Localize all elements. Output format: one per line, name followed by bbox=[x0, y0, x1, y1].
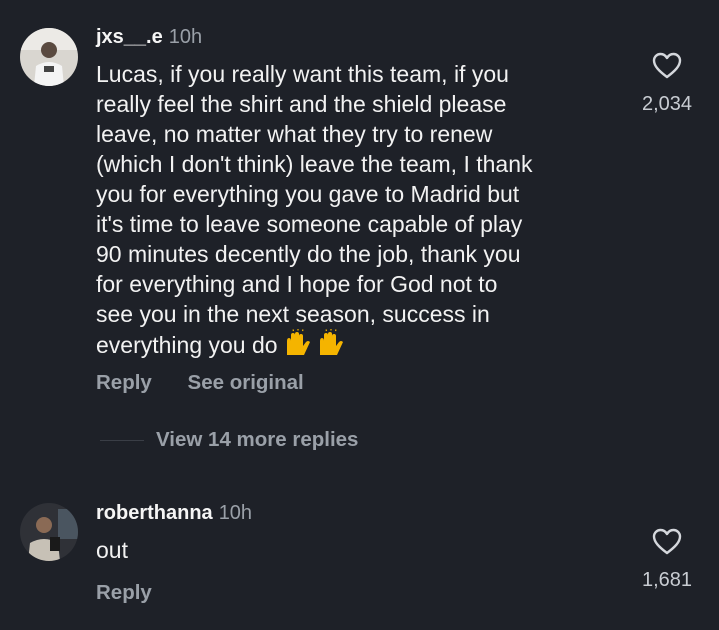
comment-actions: Reply See original bbox=[96, 371, 304, 395]
avatar[interactable] bbox=[20, 28, 78, 86]
comment-header: roberthanna 10h bbox=[96, 501, 252, 525]
like-column: 2,034 bbox=[622, 52, 712, 116]
comment-text: out bbox=[96, 537, 128, 563]
comment-body: Lucas, if you really want this team, if … bbox=[96, 61, 533, 358]
view-replies-label: View 14 more replies bbox=[156, 428, 359, 451]
comment-header: jxs__.e 10h bbox=[96, 25, 202, 49]
heart-icon[interactable] bbox=[652, 528, 682, 556]
replies-divider-line bbox=[100, 440, 144, 442]
view-replies-button[interactable]: View 14 more replies bbox=[100, 427, 358, 453]
username[interactable]: jxs__.e bbox=[96, 26, 163, 48]
timestamp: 10h bbox=[168, 26, 203, 48]
timestamp: 10h bbox=[218, 502, 253, 524]
reply-button[interactable]: Reply bbox=[96, 371, 152, 395]
comment-actions: Reply bbox=[96, 581, 152, 605]
reply-button[interactable]: Reply bbox=[96, 581, 152, 605]
username[interactable]: roberthanna bbox=[96, 502, 213, 524]
raised-hands-emoji bbox=[284, 329, 352, 364]
see-original-button[interactable]: See original bbox=[188, 371, 304, 395]
avatar[interactable] bbox=[20, 503, 78, 561]
like-count: 1,681 bbox=[641, 569, 693, 591]
comment-text: Lucas, if you really want this team, if … bbox=[96, 59, 626, 364]
like-count: 2,034 bbox=[641, 93, 693, 115]
heart-icon[interactable] bbox=[652, 52, 682, 80]
like-column: 1,681 bbox=[622, 528, 712, 592]
